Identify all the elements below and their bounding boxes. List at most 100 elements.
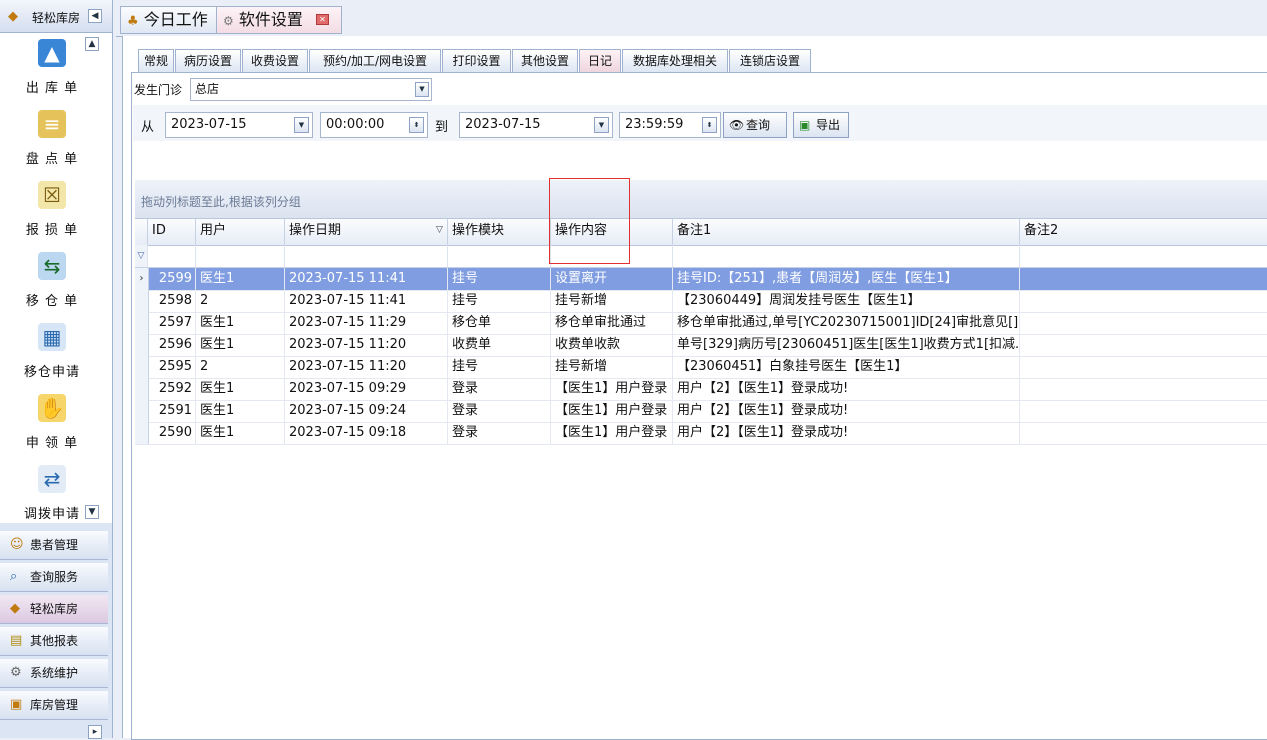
collapse-sidebar-button[interactable]: ◀ bbox=[88, 9, 102, 23]
tab-appointment[interactable]: 预约/加工/网电设置 bbox=[309, 49, 441, 73]
cell-note2[interactable] bbox=[1020, 312, 1267, 334]
tab-billing[interactable]: 收费设置 bbox=[242, 49, 308, 73]
cell-user[interactable]: 医生1 bbox=[196, 334, 285, 356]
column-header-date[interactable]: 操作日期 bbox=[285, 219, 448, 245]
tab-software-settings[interactable]: ⚙ 软件设置 ✕ bbox=[216, 6, 342, 34]
scroll-down-button[interactable]: ▼ bbox=[85, 505, 99, 519]
tab-today-work[interactable]: ♣ 今日工作 bbox=[120, 6, 220, 34]
cell-content[interactable]: 【医生1】用户登录 bbox=[551, 378, 673, 400]
cell-note1[interactable]: 单号[329]病历号[23060451]医生[医生1]收费方式1[扣减... bbox=[673, 334, 1020, 356]
table-row[interactable]: 2591 医生1 2023-07-15 09:24 登录 【医生1】用户登录 用户【2】【… bbox=[135, 400, 1267, 423]
query-button[interactable]: 👁 查询 bbox=[723, 112, 787, 138]
sidebar-item-transfer-request[interactable]: ▦ 移仓申请 bbox=[0, 323, 104, 380]
cell-note2[interactable] bbox=[1020, 290, 1267, 312]
cell-content[interactable]: 设置离开 bbox=[551, 268, 673, 290]
tab-database[interactable]: 数据库处理相关 bbox=[622, 49, 728, 73]
cell-note1[interactable]: 用户【2】【医生1】登录成功! bbox=[673, 400, 1020, 422]
spinner-icon[interactable]: ⬍ bbox=[702, 117, 717, 133]
cell-id[interactable]: 2590 bbox=[148, 422, 196, 444]
column-header-note1[interactable]: 备注1 bbox=[673, 219, 1020, 245]
cell-content[interactable]: 挂号新增 bbox=[551, 356, 673, 378]
cell-id[interactable]: 2592 bbox=[148, 378, 196, 400]
group-patients[interactable]: ☺ 患者管理 bbox=[0, 531, 108, 560]
cell-note1[interactable]: 【23060449】周润发挂号医生【医生1】 bbox=[673, 290, 1020, 312]
tab-chain-store[interactable]: 连锁店设置 bbox=[729, 49, 811, 73]
tab-other[interactable]: 其他设置 bbox=[512, 49, 578, 73]
cell-note1[interactable]: 移仓单审批通过,单号[YC20230715001]ID[24]审批意见[] bbox=[673, 312, 1020, 334]
cell-note2[interactable] bbox=[1020, 268, 1267, 290]
table-row[interactable]: › 2599 医生1 2023-07-15 11:41 挂号 设置离开 挂号ID:【251】… bbox=[135, 268, 1267, 291]
filter-cell[interactable] bbox=[448, 245, 551, 267]
from-date-picker[interactable]: 2023-07-15 ▼ bbox=[165, 112, 313, 138]
to-time-spinner[interactable]: 23:59:59 ⬍ bbox=[619, 112, 721, 138]
cell-id[interactable]: 2591 bbox=[148, 400, 196, 422]
row-indicator[interactable] bbox=[135, 334, 149, 356]
row-indicator[interactable] bbox=[135, 290, 149, 312]
cell-content[interactable]: 【医生1】用户登录 bbox=[551, 400, 673, 422]
cell-module[interactable]: 挂号 bbox=[448, 290, 551, 312]
row-indicator[interactable] bbox=[135, 356, 149, 378]
table-row[interactable]: 2597 医生1 2023-07-15 11:29 移仓单 移仓单审批通过 移仓单审批通过… bbox=[135, 312, 1267, 335]
cell-date[interactable]: 2023-07-15 11:41 bbox=[285, 268, 448, 290]
cell-content[interactable]: 收费单收款 bbox=[551, 334, 673, 356]
row-indicator[interactable] bbox=[135, 378, 149, 400]
table-row[interactable]: 2598 2 2023-07-15 11:41 挂号 挂号新增 【23060449】周润发… bbox=[135, 290, 1267, 313]
cell-date[interactable]: 2023-07-15 09:18 bbox=[285, 422, 448, 444]
cell-user[interactable]: 医生1 bbox=[196, 400, 285, 422]
filter-cell[interactable] bbox=[148, 245, 196, 267]
grid-filter-row[interactable]: ▽ bbox=[135, 245, 1267, 268]
row-indicator[interactable] bbox=[135, 400, 149, 422]
row-indicator[interactable] bbox=[135, 312, 149, 334]
from-time-spinner[interactable]: 00:00:00 ⬍ bbox=[320, 112, 428, 138]
cell-id[interactable]: 2599 bbox=[148, 268, 196, 290]
filter-cell[interactable] bbox=[673, 245, 1020, 267]
export-button[interactable]: ▣ 导出 bbox=[793, 112, 849, 138]
column-header-user[interactable]: 用户 bbox=[196, 219, 285, 245]
cell-note2[interactable] bbox=[1020, 356, 1267, 378]
cell-module[interactable]: 登录 bbox=[448, 378, 551, 400]
group-maintenance[interactable]: ⚙ 系统维护 bbox=[0, 659, 108, 688]
column-header-module[interactable]: 操作模块 bbox=[448, 219, 551, 245]
sidebar-item-transfer[interactable]: ⇆ 移 仓 单 bbox=[0, 252, 104, 309]
sidebar-item-damage-report[interactable]: ☒ 报 损 单 bbox=[0, 181, 104, 238]
cell-module[interactable]: 移仓单 bbox=[448, 312, 551, 334]
cell-id[interactable]: 2595 bbox=[148, 356, 196, 378]
row-pointer-icon[interactable]: › bbox=[135, 268, 149, 290]
cell-date[interactable]: 2023-07-15 09:24 bbox=[285, 400, 448, 422]
cell-module[interactable]: 登录 bbox=[448, 422, 551, 444]
cell-module[interactable]: 挂号 bbox=[448, 356, 551, 378]
cell-module[interactable]: 收费单 bbox=[448, 334, 551, 356]
cell-note2[interactable] bbox=[1020, 400, 1267, 422]
chevron-down-icon[interactable]: ▼ bbox=[594, 117, 609, 133]
cell-user[interactable]: 医生1 bbox=[196, 422, 285, 444]
sidebar-item-outbound[interactable]: ▲ 出 库 单 bbox=[0, 39, 104, 96]
table-row[interactable]: 2592 医生1 2023-07-15 09:29 登录 【医生1】用户登录 用户【2】【… bbox=[135, 378, 1267, 401]
tab-medical-record[interactable]: 病历设置 bbox=[175, 49, 241, 73]
cell-date[interactable]: 2023-07-15 11:20 bbox=[285, 334, 448, 356]
cell-note1[interactable]: 用户【2】【医生1】登录成功! bbox=[673, 422, 1020, 444]
tab-print[interactable]: 打印设置 bbox=[442, 49, 511, 73]
cell-content[interactable]: 挂号新增 bbox=[551, 290, 673, 312]
cell-id[interactable]: 2597 bbox=[148, 312, 196, 334]
close-tab-icon[interactable]: ✕ bbox=[316, 14, 329, 25]
groups-expand-button[interactable]: ▸ bbox=[88, 725, 102, 739]
clinic-select[interactable]: 总店 ▼ bbox=[190, 78, 432, 101]
cell-date[interactable]: 2023-07-15 09:29 bbox=[285, 378, 448, 400]
column-header-id[interactable]: ID bbox=[148, 219, 196, 245]
group-query[interactable]: ⌕ 查询服务 bbox=[0, 563, 108, 592]
row-indicator[interactable] bbox=[135, 422, 149, 444]
cell-user[interactable]: 2 bbox=[196, 356, 285, 378]
cell-user[interactable]: 医生1 bbox=[196, 378, 285, 400]
table-row[interactable]: 2595 2 2023-07-15 11:20 挂号 挂号新增 【23060451】白象挂… bbox=[135, 356, 1267, 379]
sidebar-item-requisition[interactable]: ✋ 申 领 单 bbox=[0, 394, 104, 451]
tab-log[interactable]: 日记 bbox=[579, 49, 621, 73]
cell-note2[interactable] bbox=[1020, 422, 1267, 444]
filter-cell[interactable] bbox=[196, 245, 285, 267]
cell-note1[interactable]: 用户【2】【医生1】登录成功! bbox=[673, 378, 1020, 400]
cell-id[interactable]: 2598 bbox=[148, 290, 196, 312]
chevron-down-icon[interactable]: ▼ bbox=[294, 117, 309, 133]
cell-id[interactable]: 2596 bbox=[148, 334, 196, 356]
cell-user[interactable]: 医生1 bbox=[196, 268, 285, 290]
cell-date[interactable]: 2023-07-15 11:20 bbox=[285, 356, 448, 378]
table-row[interactable]: 2596 医生1 2023-07-15 11:20 收费单 收费单收款 单号[329]病历… bbox=[135, 334, 1267, 357]
